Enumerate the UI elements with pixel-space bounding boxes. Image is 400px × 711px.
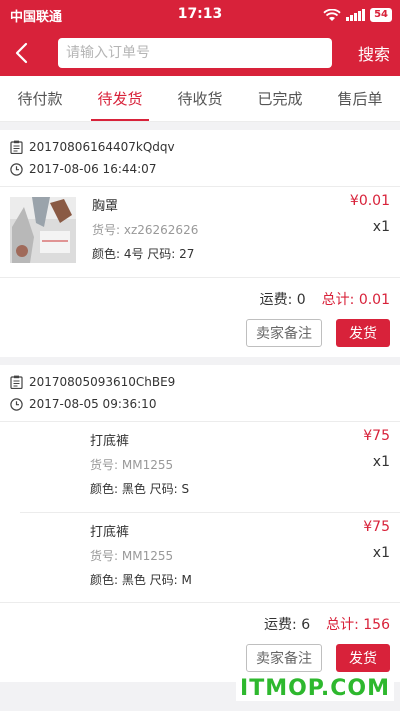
shipping-fee: 运费: 6 [264, 616, 311, 633]
item-quantity: x1 [372, 454, 390, 470]
item-price-qty: ¥75 x1 [363, 519, 390, 561]
item-spec: 颜色: 4号 尺码: 27 [92, 247, 195, 261]
order-number-row: 20170805093610ChBE9 [10, 371, 390, 393]
order-totals: 运费: 6 总计: 156 [0, 602, 400, 644]
back-icon[interactable] [14, 38, 44, 68]
order-number: 20170805093610ChBE9 [29, 375, 176, 389]
clock-icon [10, 162, 23, 176]
tab-pending-payment[interactable]: 待付款 [0, 76, 80, 121]
tab-after-sales[interactable]: 售后单 [320, 76, 400, 121]
seller-note-button[interactable]: 卖家备注 [246, 319, 322, 347]
order-datetime: 2017-08-06 16:44:07 [29, 162, 157, 176]
search-bar: 搜索 [0, 30, 400, 76]
order-actions: 卖家备注 发货 [0, 319, 400, 357]
status-bar: 中国联通 17:13 54 [0, 0, 400, 30]
item-spec: 颜色: 黑色 尺码: M [90, 573, 192, 587]
item-code: 货号: xz26262626 [92, 223, 199, 237]
order-card: 20170805093610ChBE9 2017-08-05 09:36:10 … [0, 365, 400, 682]
order-meta: 20170805093610ChBE9 2017-08-05 09:36:10 [0, 365, 400, 422]
status-icons: 54 [323, 8, 392, 22]
order-datetime: 2017-08-05 09:36:10 [29, 397, 157, 411]
order-status-tabs: 待付款 待发货 待收货 已完成 售后单 [0, 76, 400, 122]
item-info: 胸罩 货号: xz26262626 颜色: 4号 尺码: 27 [92, 195, 390, 277]
order-item[interactable]: 胸罩 货号: xz26262626 颜色: 4号 尺码: 27 ¥0.01 x1 [0, 187, 400, 277]
product-thumbnail[interactable] [10, 197, 76, 263]
order-time-row: 2017-08-06 16:44:07 [10, 158, 390, 180]
header: 中国联通 17:13 54 搜索 [0, 0, 400, 76]
ship-button[interactable]: 发货 [336, 644, 390, 672]
item-quantity: x1 [372, 545, 390, 561]
tab-pending-shipment[interactable]: 待发货 [80, 76, 160, 121]
item-price: ¥75 [363, 519, 390, 535]
item-name: 胸罩 [92, 199, 119, 214]
seller-note-button[interactable]: 卖家备注 [246, 644, 322, 672]
watermark-logo: ITMOP.COM [236, 676, 394, 701]
clipboard-icon [10, 140, 23, 154]
order-number-row: 20170806164407kQdqv [10, 136, 390, 158]
item-price: ¥75 [363, 428, 390, 444]
ship-button[interactable]: 发货 [336, 319, 390, 347]
order-time-row: 2017-08-05 09:36:10 [10, 393, 390, 415]
item-code: 货号: MM1255 [90, 458, 174, 472]
item-price-qty: ¥75 x1 [363, 428, 390, 470]
item-name: 打底裤 [90, 434, 130, 449]
item-price-qty: ¥0.01 x1 [350, 193, 390, 235]
battery-icon: 54 [370, 8, 392, 22]
order-search-input[interactable] [58, 38, 332, 68]
order-item[interactable]: 打底裤 货号: MM1255 颜色: 黑色 尺码: M ¥75 x1 [20, 512, 400, 602]
item-name: 打底裤 [90, 525, 130, 540]
order-item[interactable]: 打底裤 货号: MM1255 颜色: 黑色 尺码: S ¥75 x1 [0, 422, 400, 512]
item-code: 货号: MM1255 [90, 549, 174, 563]
tab-pending-receipt[interactable]: 待收货 [160, 76, 240, 121]
signal-icon [346, 9, 366, 21]
order-card: 20170806164407kQdqv 2017-08-06 16:44:07 … [0, 130, 400, 357]
item-info: 打底裤 货号: MM1255 颜色: 黑色 尺码: S [90, 430, 390, 512]
clock-icon [10, 397, 23, 411]
clipboard-icon [10, 375, 23, 389]
order-total: 总计: 0.01 [321, 291, 390, 308]
item-quantity: x1 [372, 219, 390, 235]
shipping-fee: 运费: 0 [259, 291, 306, 308]
search-button[interactable]: 搜索 [332, 41, 390, 65]
item-info: 打底裤 货号: MM1255 颜色: 黑色 尺码: M [90, 521, 390, 602]
item-spec: 颜色: 黑色 尺码: S [90, 482, 190, 496]
wifi-icon [323, 8, 341, 22]
order-totals: 运费: 0 总计: 0.01 [0, 277, 400, 319]
carrier-label: 中国联通 [10, 9, 63, 25]
order-meta: 20170806164407kQdqv 2017-08-06 16:44:07 [0, 130, 400, 187]
order-total: 总计: 156 [326, 616, 390, 633]
tab-completed[interactable]: 已完成 [240, 76, 320, 121]
item-price: ¥0.01 [349, 193, 390, 209]
order-number: 20170806164407kQdqv [29, 140, 175, 154]
